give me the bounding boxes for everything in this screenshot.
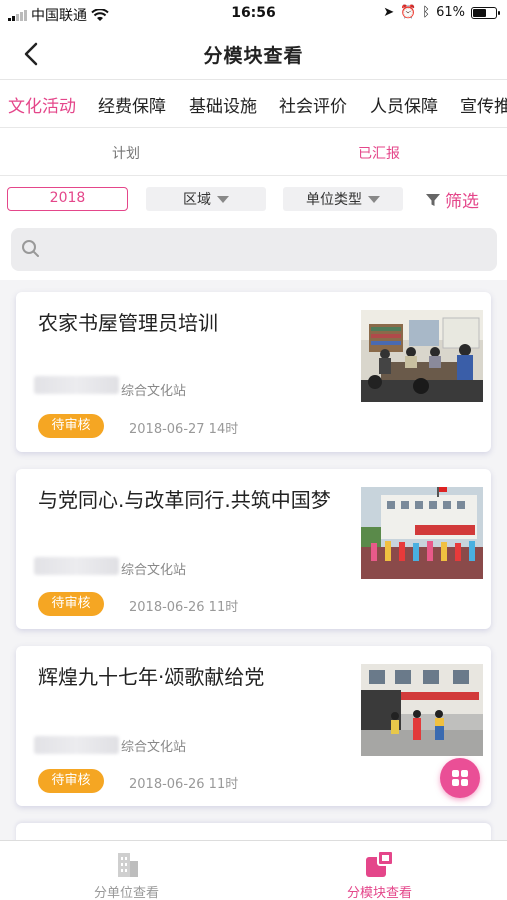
report-card[interactable]: 辉煌九十七年·颂歌献给党 综合文化站 待审核 2018-06-26 11时	[16, 646, 491, 806]
search-bar[interactable]	[11, 228, 497, 271]
filter-button[interactable]: 筛选	[425, 187, 479, 212]
card-title: 与党同心.与改革同行.共筑中国梦	[38, 488, 331, 512]
page-title: 分模块查看	[203, 45, 304, 67]
search-input[interactable]	[49, 228, 489, 271]
tab-plan[interactable]: 计划	[112, 143, 140, 163]
unit-type-dropdown[interactable]: 单位类型	[283, 187, 403, 211]
module-icon	[366, 850, 394, 877]
card-date: 2018-06-26 11时	[129, 600, 239, 615]
alarm-icon: ⏰	[400, 5, 417, 20]
year-selector[interactable]: 2018	[7, 187, 128, 211]
report-card[interactable]: 与党同心.与改革同行.共筑中国梦 综合文化站 待审核 2018-06-26 11…	[16, 469, 491, 629]
location-icon: ➤	[383, 5, 395, 20]
caret-down-icon	[368, 195, 380, 203]
grid-menu-button[interactable]	[440, 758, 480, 798]
tab-publicity[interactable]: 宣传推	[460, 92, 507, 117]
card-thumbnail	[361, 310, 483, 402]
tab-by-module[interactable]: 分模块查看	[253, 841, 506, 900]
card-thumbnail	[361, 664, 483, 756]
status-badge: 待审核	[38, 414, 104, 438]
tab-label: 分模块查看	[346, 886, 412, 900]
tab-culture-activity[interactable]: 文化活动	[8, 92, 76, 117]
tab-funding[interactable]: 经费保障	[98, 92, 166, 117]
region-dropdown[interactable]: 区域	[146, 187, 266, 211]
category-tabs: 文化活动 经费保障 基础设施 社会评价 人员保障 宣传推	[0, 80, 507, 128]
search-icon	[22, 240, 39, 257]
tab-reported[interactable]: 已汇报	[358, 143, 400, 163]
battery-percent: 61%	[436, 5, 465, 20]
tab-label: 分单位查看	[93, 886, 159, 900]
status-bar: 中国联通 16:56 ➤ ⏰ ᛒ 61%	[0, 0, 507, 28]
battery-icon	[471, 6, 500, 19]
redacted-unit-name	[34, 557, 119, 575]
filter-label: 筛选	[445, 192, 479, 212]
card-title: 农家书屋管理员培训	[38, 311, 218, 335]
sub-tabs: 计划 已汇报	[0, 128, 507, 176]
tab-social-evaluation[interactable]: 社会评价	[279, 92, 347, 117]
tab-by-unit[interactable]: 分单位查看	[0, 841, 253, 900]
bluetooth-icon: ᛒ	[422, 5, 431, 20]
report-card[interactable]: 农家书屋管理员培训 综合文化站 待审核 2018-06-27 14时	[16, 292, 491, 452]
filter-bar: 2018 区域 单位类型 筛选	[0, 176, 507, 280]
bottom-tab-bar: 分单位查看 分模块查看	[0, 840, 507, 900]
region-label: 区域	[183, 192, 211, 208]
status-badge: 待审核	[38, 592, 104, 616]
card-station: 综合文化站	[121, 384, 187, 399]
card-date: 2018-06-27 14时	[129, 422, 239, 437]
tab-infrastructure[interactable]: 基础设施	[189, 92, 257, 117]
redacted-unit-name	[34, 376, 119, 394]
navigation-bar: 分模块查看	[0, 28, 507, 80]
card-thumbnail	[361, 487, 483, 579]
redacted-unit-name	[34, 736, 119, 754]
card-title: 辉煌九十七年·颂歌献给党	[38, 665, 265, 689]
tab-staffing[interactable]: 人员保障	[370, 92, 438, 117]
unit-type-label: 单位类型	[306, 192, 362, 208]
building-icon	[118, 853, 138, 877]
card-station: 综合文化站	[121, 740, 187, 755]
grid-icon	[452, 770, 459, 777]
card-station: 综合文化站	[121, 563, 187, 578]
funnel-icon	[426, 193, 440, 206]
caret-down-icon	[217, 195, 229, 203]
status-badge: 待审核	[38, 769, 104, 793]
card-date: 2018-06-26 11时	[129, 777, 239, 792]
